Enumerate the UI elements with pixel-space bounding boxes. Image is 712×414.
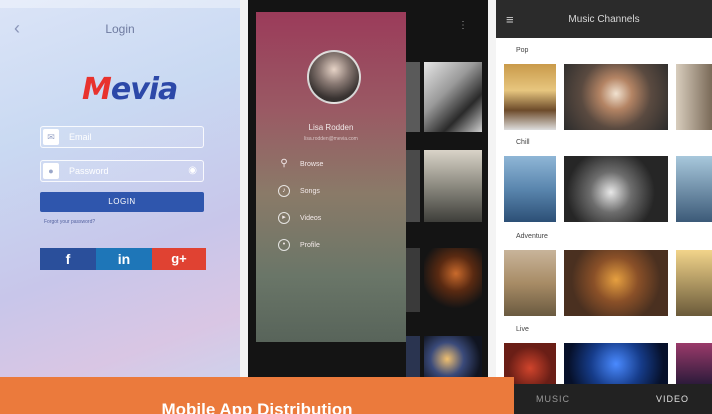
channel-thumbnail[interactable] [676, 156, 712, 222]
section-title-chill: Chill [516, 139, 530, 146]
channel-thumbnail[interactable] [564, 250, 668, 316]
login-screen: ‹ Login Mevia ✉ Email ● Password ◉ LOGIN… [0, 0, 240, 414]
menu-item-label: Profile [300, 241, 320, 249]
password-field[interactable]: ● Password ◉ [40, 160, 204, 182]
channel-thumbnail[interactable] [504, 250, 556, 316]
linkedin-button[interactable]: in [96, 248, 152, 270]
section-title-pop: Pop [516, 47, 529, 54]
channel-thumbnail[interactable] [676, 250, 712, 316]
user-name: Lisa Rodden [308, 123, 354, 132]
channel-thumbnail[interactable] [564, 64, 668, 130]
photo-tile [406, 248, 420, 312]
photo-tile [406, 62, 420, 132]
channels-header: ≡ Music Channels [496, 0, 712, 38]
channel-thumbnail[interactable] [564, 156, 668, 222]
login-button[interactable]: LOGIN [40, 192, 204, 212]
menu-item-songs[interactable]: ♪ Songs [278, 185, 320, 199]
eye-icon[interactable]: ◉ [188, 165, 197, 176]
menu-item-videos[interactable]: ▸ Videos [278, 212, 321, 226]
photo-tile[interactable] [424, 248, 482, 312]
section-title-live: Live [516, 326, 529, 333]
photo-tile [406, 336, 420, 382]
channels-title: Music Channels [568, 14, 640, 25]
login-title: Login [105, 22, 135, 36]
photo-tile[interactable] [424, 336, 482, 382]
password-placeholder: Password [69, 166, 109, 176]
tab-video[interactable]: VIDEO [656, 394, 689, 404]
caption-banner: Mobile App Distribution [0, 377, 514, 414]
lock-icon: ● [43, 163, 59, 179]
photo-tile [406, 150, 420, 222]
forgot-password-link[interactable]: Forgot your password? [44, 219, 95, 225]
drawer-screen: ⋮ Lisa Rodden lisa.rodden@mevia.com ⚲ Bro… [248, 0, 488, 414]
email-field[interactable]: ✉ Email [40, 126, 204, 148]
user-icon: • [278, 239, 290, 251]
avatar[interactable] [307, 50, 361, 104]
menu-item-label: Songs [300, 187, 320, 195]
status-bar [0, 0, 240, 8]
channel-thumbnail[interactable] [504, 156, 556, 222]
tab-music[interactable]: MUSIC [536, 394, 570, 404]
facebook-button[interactable]: f [40, 248, 96, 270]
photo-tile[interactable] [424, 62, 482, 132]
channels-screen: ≡ Music Channels Pop Chill Adventure Liv… [496, 0, 712, 414]
googleplus-button[interactable]: g+ [152, 248, 206, 270]
brand-logo: Mevia [82, 72, 178, 107]
channel-thumbnail[interactable] [676, 343, 712, 385]
more-icon[interactable]: ⋮ [458, 20, 468, 31]
section-title-adventure: Adventure [516, 233, 548, 240]
bottom-tab-bar: MUSIC VIDEO [496, 384, 712, 414]
photo-tile[interactable] [424, 150, 482, 222]
video-icon: ▸ [278, 212, 290, 224]
channel-thumbnail[interactable] [676, 64, 712, 130]
nav-drawer: Lisa Rodden lisa.rodden@mevia.com ⚲ Brows… [256, 12, 406, 342]
menu-item-profile[interactable]: • Profile [278, 239, 320, 253]
channel-thumbnail[interactable] [564, 343, 668, 385]
search-icon: ⚲ [280, 158, 288, 169]
menu-item-label: Videos [300, 214, 322, 222]
email-placeholder: Email [69, 132, 92, 142]
caption-text: Mobile App Distribution [161, 400, 353, 414]
menu-item-browse[interactable]: ⚲ Browse [278, 158, 323, 172]
mail-icon: ✉ [43, 129, 59, 145]
channel-thumbnail[interactable] [504, 64, 556, 130]
app-showcase: ‹ Login Mevia ✉ Email ● Password ◉ LOGIN… [0, 0, 712, 414]
user-email: lisa.rodden@mevia.com [304, 136, 358, 142]
music-icon: ♪ [278, 185, 290, 197]
menu-item-label: Browse [300, 160, 324, 168]
